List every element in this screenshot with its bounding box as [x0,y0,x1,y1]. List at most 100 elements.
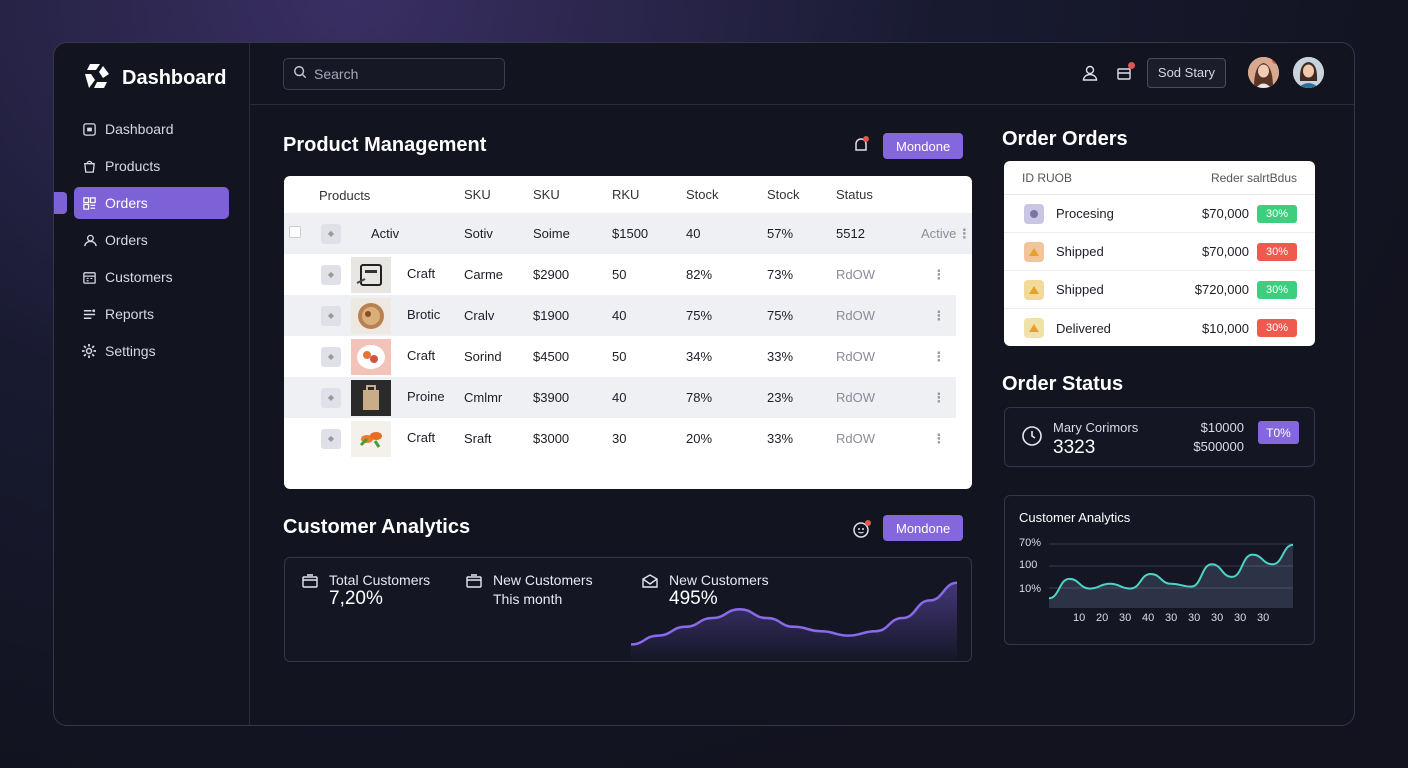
diamond-icon: ◆ [321,305,341,326]
avatar[interactable] [1293,57,1324,88]
stat-label: New Customers [493,572,593,588]
diamond-icon: ◆ [321,387,341,408]
dashboard-icon [81,121,97,137]
table-cell: RdOW [836,390,875,405]
box-icon [301,572,319,610]
box-icon [465,572,483,607]
sidebar-item-label: Reports [105,306,155,322]
sidebar-item-dashboard[interactable]: Dashboard [74,113,229,145]
column-header[interactable]: Stock [686,176,767,213]
more-icon[interactable]: ⋮ [956,213,972,254]
status-value: 3323 [1053,437,1096,458]
products-table-card: Products SKU SKU RKU Stock Stock Status … [284,176,972,489]
table-row[interactable]: ◆ Proine Cmlmr $3900 40 78% 23% RdOW ⋮ [284,377,972,418]
table-cell: $4500 [533,349,570,364]
story-button[interactable]: Sod Stary [1146,57,1226,88]
x-tick-label: 40 [1142,612,1155,624]
order-orders-title: Order Orders [1002,128,1128,150]
status-label: Mary Corimors [1053,420,1139,435]
status-text: Active [921,226,957,241]
order-badge: 30% [1257,242,1297,261]
sidebar-item-customers[interactable]: Customers [74,261,229,293]
x-tick-label: 10 [1073,612,1086,624]
sidebar-item-orders[interactable]: Orders [54,187,229,219]
x-axis-labels: 10 20 30 40 30 30 30 30 30 [1073,612,1280,624]
brand[interactable]: Dashboard [82,61,226,96]
customer-analytics-small-card: Customer Analytics 70% 100 10% 10 20 30 40 3… [1004,495,1315,645]
more-icon[interactable]: ⋮ [921,336,956,377]
column-header[interactable]: Products [319,176,464,213]
products-table: Products SKU SKU RKU Stock Stock Status … [284,176,972,459]
calendar-icon [81,269,97,285]
table-cell: 5512 [836,226,865,241]
table-row[interactable]: ◆ Brotic Cralv $1900 40 75% 75% RdOW ⋮ [284,295,972,336]
more-icon[interactable]: ⋮ [921,377,956,418]
avatar[interactable] [1248,57,1279,88]
table-row[interactable]: ◆ Craft Carme $2900 50 82% 73% RdOW ⋮ [284,254,972,295]
mondone-button[interactable]: Mondone [883,133,964,159]
chart-area [631,582,957,662]
users-icon [81,232,97,248]
more-icon[interactable]: ⋮ [921,295,956,336]
search-box[interactable] [283,58,505,90]
sidebar-item-label: Orders [105,232,148,248]
status-amount-1: $10000 [1200,420,1244,435]
column-header[interactable]: RKU [612,176,686,213]
order-row[interactable]: Shipped $720,000 30% [1004,271,1315,309]
column-header[interactable]: SKU [533,176,612,213]
table-cell: $1900 [533,308,570,323]
table-cell: 57% [767,226,794,241]
table-row[interactable]: ◆ Craft Sraft $3000 30 20% 33% RdOW ⋮ [284,418,972,459]
gear-icon [81,343,97,359]
product-name: Proine [407,388,445,404]
status-amount-2: $500000 [1193,439,1244,454]
table-cell: RdOW [836,349,875,364]
logo-icon [82,61,112,96]
table-cell: Cmlmr [464,390,503,405]
order-row[interactable]: Delivered $10,000 30% [1004,309,1315,346]
order-status-icon [1024,203,1044,224]
bell-icon[interactable] [851,135,871,155]
app-window: Dashboard Dashboard Products Orders Orde… [53,42,1355,726]
column-header[interactable]: Status [836,176,921,213]
order-status-card: Mary Corimors 3323 $10000 $500000 T0% [1004,407,1315,467]
smile-icon[interactable] [852,519,872,539]
product-name: Craft [407,429,436,445]
table-cell: $3000 [533,431,570,446]
table-row[interactable]: ◆ Activ Sotiv Soime $1500 40 57% 5512 Ac… [284,213,972,254]
column-header[interactable]: Stock [767,176,836,213]
table-row[interactable]: ◆ Craft Sorind $4500 50 34% 33% RdOW ⋮ [284,336,972,377]
customer-analytics-title: Customer Analytics [283,516,471,538]
orders-header-right: Reder salrtBdus [1210,170,1297,185]
order-status-title: Order Status [1002,373,1124,395]
order-badge: 30% [1257,280,1297,299]
table-cell: 50 [612,349,627,364]
orders-header: ID RUOB Reder salrtBdus [1004,161,1315,195]
row-checkbox[interactable] [289,226,301,238]
product-thumbnail [351,338,391,375]
order-status: Procesing [1056,206,1114,221]
sidebar-item-orders-2[interactable]: Orders [74,224,229,256]
topbar: Sod Stary [250,43,1354,105]
sidebar-item-reports[interactable]: Reports [74,298,229,330]
sidebar-item-settings[interactable]: Settings [74,335,229,367]
order-badge: 30% [1257,319,1297,337]
sidebar: Dashboard Dashboard Products Orders Orde… [54,43,250,725]
mondone-button-2[interactable]: Mondone [883,515,964,541]
order-row[interactable]: Procesing $70,000 30% [1004,195,1315,233]
y-tick-label: 70% [1019,537,1042,549]
more-icon[interactable]: ⋮ [921,254,956,295]
order-row[interactable]: Shipped $70,000 30% [1004,233,1315,271]
search-input[interactable] [314,66,484,82]
order-amount: $70,000 [1202,244,1249,259]
cart-icon[interactable] [1113,61,1135,84]
table-cell: Sraft [464,431,492,446]
product-name: Brotic [407,306,441,322]
stat-sub: This month [493,591,563,607]
analytics-line-chart [1049,543,1293,608]
bag-icon [81,158,97,174]
sidebar-item-products[interactable]: Products [74,150,229,182]
column-header[interactable]: SKU [464,176,533,213]
user-icon[interactable] [1079,62,1101,84]
more-icon[interactable]: ⋮ [921,418,956,459]
